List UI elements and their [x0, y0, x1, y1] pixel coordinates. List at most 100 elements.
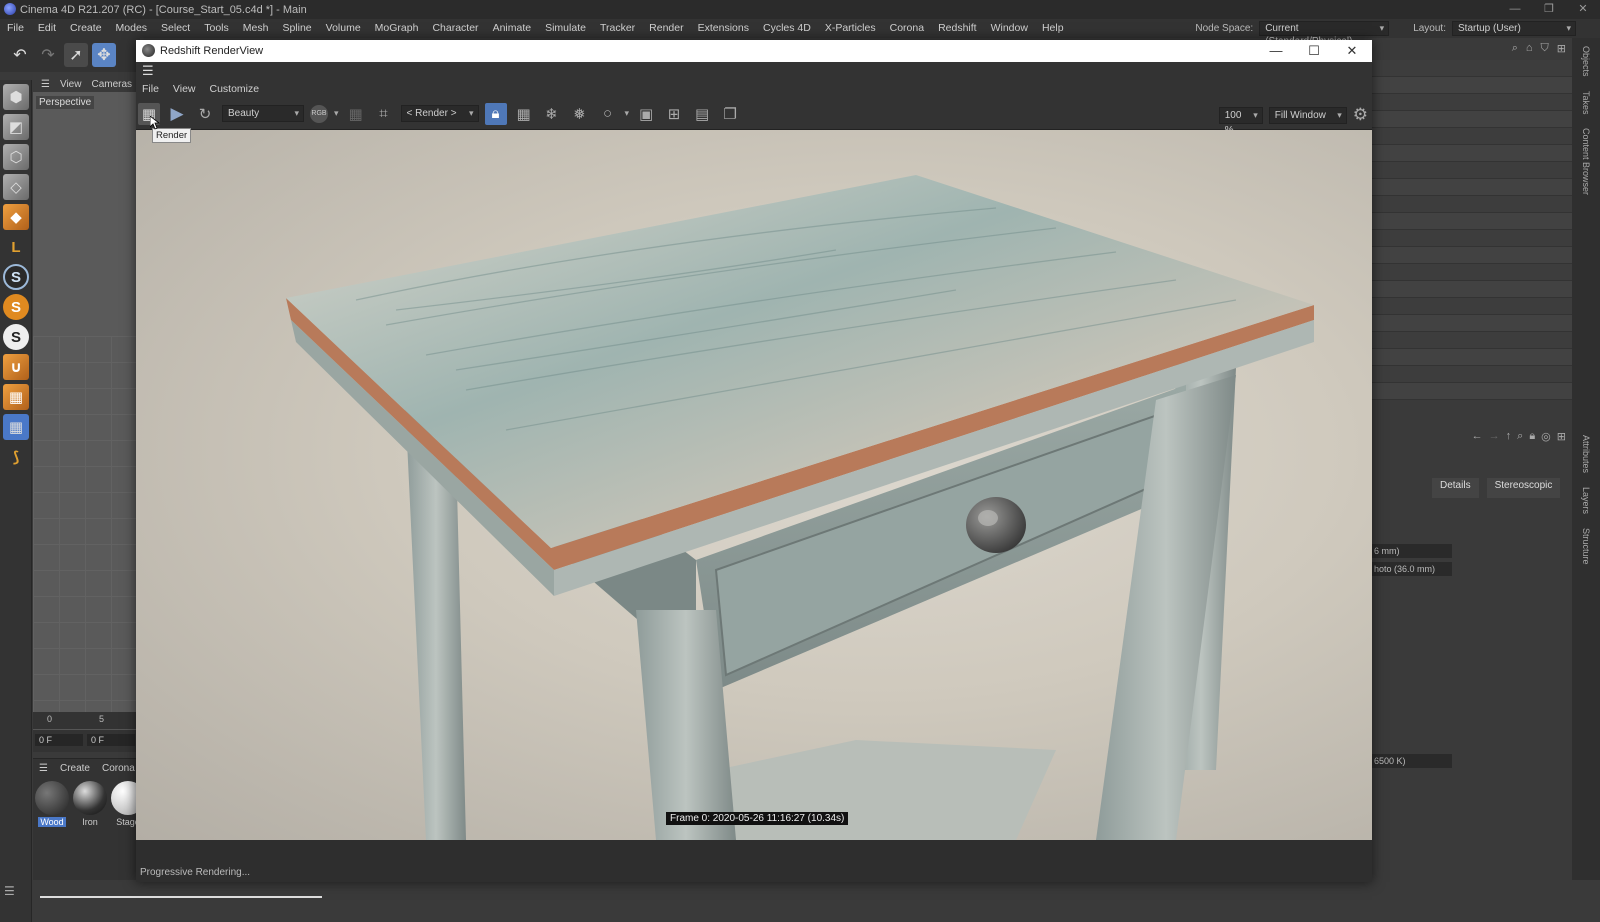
layout-dropdown[interactable]: Startup (User)	[1452, 21, 1576, 36]
renderview-close-button[interactable]: ✕	[1334, 40, 1370, 62]
home-icon[interactable]: ⌂	[1526, 42, 1533, 54]
picture-viewer-icon[interactable]: ▤	[691, 103, 713, 125]
node-space-dropdown[interactable]: Current (Standard/Physical)	[1259, 21, 1390, 47]
menu-cycles4d[interactable]: Cycles 4D	[756, 19, 818, 38]
redo-icon[interactable]: ↷	[36, 43, 60, 67]
end-frame-field[interactable]: 0 F	[87, 734, 135, 746]
tab-details[interactable]: Details	[1432, 478, 1479, 498]
add-snapshot-icon[interactable]: ⊞	[663, 103, 685, 125]
renderview-minimize-button[interactable]: —	[1258, 40, 1294, 62]
menu-modes[interactable]: Modes	[109, 19, 155, 38]
polygons-mode-icon[interactable]: ◆	[3, 204, 29, 230]
viewport-menu-cameras[interactable]: Cameras	[91, 79, 132, 90]
snowflake-freeze-icon[interactable]: ❄	[541, 103, 563, 125]
menu-spline[interactable]: Spline	[275, 19, 318, 38]
workplane-icon[interactable]: ▦	[3, 384, 29, 410]
axis-icon[interactable]: L	[3, 234, 29, 260]
model-mode-icon[interactable]: ⬢	[3, 84, 29, 110]
menu-help[interactable]: Help	[1035, 19, 1071, 38]
save-image-icon[interactable]: ▣	[635, 103, 657, 125]
soft-selection-icon[interactable]: S	[3, 324, 29, 350]
rgb-dropdown-arrow-icon[interactable]: ▾	[334, 108, 339, 119]
menu-file[interactable]: File	[0, 19, 31, 38]
sculpt-icon[interactable]: S	[3, 294, 29, 320]
menu-volume[interactable]: Volume	[319, 19, 368, 38]
menu-tracker[interactable]: Tracker	[593, 19, 642, 38]
zoom-field[interactable]: 100 %	[1218, 106, 1263, 136]
rv-menu-customize[interactable]: Customize	[210, 83, 260, 95]
material-iron[interactable]: Iron	[73, 781, 107, 827]
side-tab-layers[interactable]: Layers	[1581, 487, 1591, 514]
copy-image-icon[interactable]: ❐	[719, 103, 741, 125]
rv-menu-view[interactable]: View	[173, 83, 196, 95]
rv-menu-file[interactable]: File	[142, 83, 159, 95]
side-tab-structure[interactable]: Structure	[1581, 528, 1591, 565]
menu-mesh[interactable]: Mesh	[236, 19, 276, 38]
material-menu-icon[interactable]: ☰	[39, 763, 48, 774]
camera-dropdown[interactable]: < Render >	[400, 105, 479, 122]
edges-mode-icon[interactable]: ◇	[3, 174, 29, 200]
menu-window[interactable]: Window	[984, 19, 1035, 38]
attributes-search-icon[interactable]: ⌕	[1517, 430, 1523, 443]
menu-character[interactable]: Character	[425, 19, 485, 38]
aov-dropdown[interactable]: Beauty	[222, 105, 304, 122]
white-balance-field[interactable]: 6500 K)	[1372, 754, 1452, 768]
crop-icon[interactable]: ⌗	[373, 103, 395, 125]
magnet-icon[interactable]: ∪	[3, 354, 29, 380]
menu-corona[interactable]: Corona	[883, 19, 931, 38]
grid-plane-icon[interactable]: ▦	[3, 414, 29, 440]
menu-redshift[interactable]: Redshift	[931, 19, 984, 38]
menu-mograph[interactable]: MoGraph	[368, 19, 426, 38]
circle-dropdown-arrow-icon[interactable]: ▾	[625, 108, 630, 119]
settings-gear-icon[interactable]: ⚙	[1353, 105, 1368, 125]
side-tab-takes[interactable]: Takes	[1581, 91, 1591, 115]
circle-option-icon[interactable]: ○	[597, 103, 619, 125]
start-frame-field[interactable]: 0 F	[35, 734, 83, 746]
filter-icon[interactable]: ⛉	[1541, 42, 1549, 54]
lock-workplane-icon[interactable]: ⟆	[3, 444, 29, 470]
side-tab-attributes[interactable]: Attributes	[1581, 435, 1591, 473]
move-tool-icon[interactable]: ✥	[92, 43, 116, 67]
points-mode-icon[interactable]: ⬡	[3, 144, 29, 170]
back-arrow-icon[interactable]: ←	[1472, 430, 1483, 443]
rgb-channel-icon[interactable]: RGB	[310, 104, 328, 123]
lock-icon[interactable]: 🔒︎	[1529, 430, 1535, 443]
ipr-start-icon[interactable]: ▶	[166, 103, 188, 125]
refresh-icon[interactable]: ↻	[194, 103, 216, 125]
renderview-maximize-button[interactable]: ☐	[1296, 40, 1332, 62]
tab-stereoscopic[interactable]: Stereoscopic	[1486, 478, 1561, 498]
side-tab-content-browser[interactable]: Content Browser	[1581, 128, 1591, 195]
fit-dropdown[interactable]: Fill Window	[1268, 106, 1347, 124]
viewport-menu-view[interactable]: View	[60, 79, 82, 90]
menu-tools[interactable]: Tools	[197, 19, 236, 38]
material-menu-corona[interactable]: Corona	[102, 763, 135, 774]
focal-length-field[interactable]: 6 mm)	[1372, 544, 1452, 558]
renderview-hamburger-icon[interactable]: ☰	[136, 62, 1372, 80]
snap-icon[interactable]: S	[3, 264, 29, 290]
material-menu-create[interactable]: Create	[60, 763, 90, 774]
region-grid-icon[interactable]: ▦	[513, 103, 535, 125]
material-wood[interactable]: Wood	[35, 781, 69, 827]
forward-arrow-icon[interactable]: →	[1489, 430, 1500, 443]
menu-simulate[interactable]: Simulate	[538, 19, 593, 38]
up-arrow-icon[interactable]: ↑	[1506, 430, 1512, 443]
target-icon[interactable]: ◎	[1541, 430, 1551, 443]
undo-icon[interactable]: ↶	[8, 43, 32, 67]
attributes-new-window-icon[interactable]: ⊞	[1557, 430, 1566, 443]
minimize-button[interactable]: —	[1498, 0, 1532, 19]
snowflake-freeze-all-icon[interactable]: ❅	[569, 103, 591, 125]
menu-extensions[interactable]: Extensions	[691, 19, 756, 38]
menu-create[interactable]: Create	[63, 19, 109, 38]
menu-select[interactable]: Select	[154, 19, 197, 38]
restore-button[interactable]: ❐	[1532, 0, 1566, 19]
timeline-ruler[interactable]: 0 5	[33, 712, 138, 730]
menu-animate[interactable]: Animate	[486, 19, 539, 38]
search-icon[interactable]: ⌕	[1512, 42, 1518, 54]
menu-render[interactable]: Render	[642, 19, 690, 38]
hamburger-menu-icon[interactable]: ☰	[4, 884, 15, 898]
texture-mode-icon[interactable]: ◩	[3, 114, 29, 140]
lock-camera-icon[interactable]: 🔒︎	[484, 102, 507, 125]
close-button[interactable]: ✕	[1566, 0, 1600, 19]
grid-overlay-icon[interactable]: ▦	[345, 103, 367, 125]
viewport-menu-icon[interactable]: ☰	[41, 79, 50, 90]
